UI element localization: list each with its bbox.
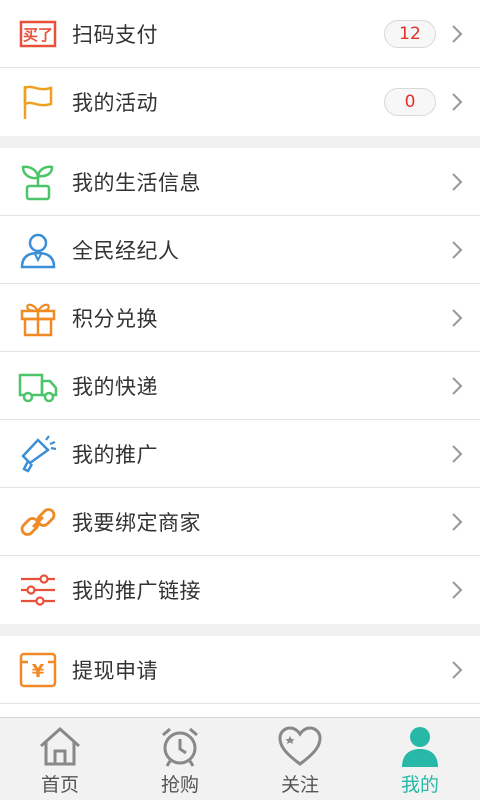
chevron-right-icon bbox=[452, 512, 463, 531]
menu-item-promotion-link[interactable]: 我的推广链接 bbox=[0, 556, 480, 624]
alarm-clock-icon bbox=[156, 724, 204, 768]
chevron-right-icon bbox=[452, 444, 463, 463]
menu-group-1: 买了 扫码支付 12 我的活动 0 bbox=[0, 0, 480, 136]
home-icon bbox=[36, 724, 84, 768]
gift-icon bbox=[18, 298, 58, 338]
menu-item-bind-merchant[interactable]: 我要绑定商家 bbox=[0, 488, 480, 556]
chevron-right-icon bbox=[452, 240, 463, 259]
bottom-tab-bar: 首页 抢购 关注 我的 bbox=[0, 717, 480, 800]
chevron-right-icon bbox=[452, 93, 463, 111]
menu-item-promotion[interactable]: 我的推广 bbox=[0, 420, 480, 488]
chevron-right-icon bbox=[452, 24, 463, 43]
tab-home[interactable]: 首页 bbox=[0, 718, 120, 800]
menu-item-agent[interactable]: 全民经纪人 bbox=[0, 216, 480, 284]
flag-icon bbox=[18, 82, 58, 122]
menu-item-life-info[interactable]: 我的生活信息 bbox=[0, 148, 480, 216]
menu-item-label: 积分兑换 bbox=[72, 306, 158, 331]
menu-group-3: ¥ 提现申请 bbox=[0, 636, 480, 724]
tab-mine[interactable]: 我的 bbox=[360, 718, 480, 800]
menu-item-points-exchange[interactable]: 积分兑换 bbox=[0, 284, 480, 352]
menu-group-2: 我的生活信息 全民经纪人 积分兑换 我的快递 我的推广 我要绑定商家 我的推广链… bbox=[0, 148, 480, 624]
user-icon bbox=[396, 724, 444, 768]
menu-list: 买了 扫码支付 12 我的活动 0 我的生活信息 全民经纪人 积分兑换 我的快递… bbox=[0, 0, 480, 724]
menu-item-label: 全民经纪人 bbox=[72, 238, 180, 263]
chevron-right-icon bbox=[452, 581, 463, 599]
menu-item-label: 扫码支付 bbox=[72, 22, 158, 47]
menu-item-withdraw[interactable]: ¥ 提现申请 bbox=[0, 636, 480, 704]
chevron-right-icon bbox=[452, 172, 463, 191]
menu-item-label: 我的活动 bbox=[72, 91, 158, 115]
menu-item-label: 我的推广链接 bbox=[72, 579, 201, 603]
count-badge: 0 bbox=[384, 88, 436, 116]
menu-item-label: 提现申请 bbox=[72, 658, 158, 683]
tab-label: 首页 bbox=[40, 774, 79, 796]
tab-label: 关注 bbox=[280, 774, 319, 796]
svg-text:买了: 买了 bbox=[23, 26, 53, 44]
heart-icon bbox=[276, 724, 324, 768]
chevron-right-icon bbox=[452, 660, 463, 679]
section-gap bbox=[0, 136, 480, 148]
chevron-right-icon bbox=[452, 308, 463, 327]
menu-item-scan-pay[interactable]: 买了 扫码支付 12 bbox=[0, 0, 480, 68]
sliders-icon bbox=[18, 570, 58, 610]
truck-icon bbox=[18, 366, 58, 406]
yen-withdraw-icon: ¥ bbox=[18, 650, 58, 690]
plant-icon bbox=[18, 162, 58, 202]
tab-follow[interactable]: 关注 bbox=[240, 718, 360, 800]
menu-item-express[interactable]: 我的快递 bbox=[0, 352, 480, 420]
menu-item-label: 我要绑定商家 bbox=[72, 510, 201, 535]
agent-person-icon bbox=[18, 230, 58, 270]
megaphone-icon bbox=[18, 434, 58, 474]
chevron-right-icon bbox=[452, 376, 463, 395]
section-gap bbox=[0, 624, 480, 636]
count-badge: 12 bbox=[384, 19, 436, 48]
svg-text:¥: ¥ bbox=[32, 661, 45, 682]
tab-label: 抢购 bbox=[160, 774, 199, 796]
link-icon bbox=[18, 502, 58, 542]
menu-item-label: 我的生活信息 bbox=[72, 170, 201, 195]
tab-label: 我的 bbox=[400, 774, 439, 796]
menu-item-label: 我的快递 bbox=[72, 374, 158, 399]
menu-item-my-activity[interactable]: 我的活动 0 bbox=[0, 68, 480, 136]
scan-pay-icon: 买了 bbox=[18, 14, 58, 54]
menu-item-label: 我的推广 bbox=[72, 442, 158, 467]
tab-flash-sale[interactable]: 抢购 bbox=[120, 718, 240, 800]
